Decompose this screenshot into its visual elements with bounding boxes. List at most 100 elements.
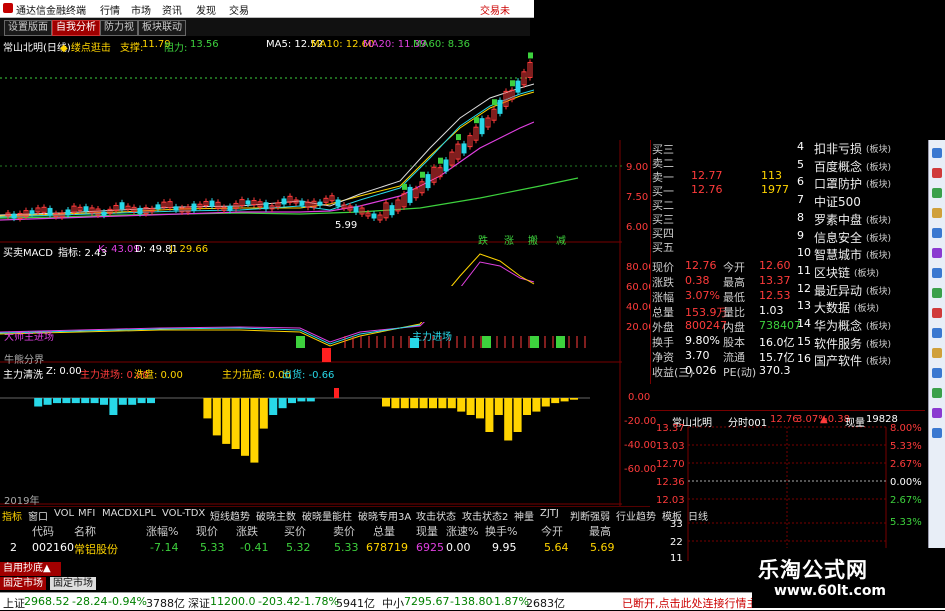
toolbar-icon[interactable] xyxy=(932,208,942,218)
indicator-name: ◆ 缕点逛击 xyxy=(60,43,111,54)
tab-fixed-market-2[interactable]: 固定市场 xyxy=(50,577,96,590)
indicator-tab[interactable]: 模板 xyxy=(662,508,682,523)
toolbar-icon[interactable] xyxy=(932,408,942,418)
macd-left-label-2: 牛熊分界 xyxy=(4,355,44,366)
fund-bar xyxy=(438,398,447,409)
toolbar-icon[interactable] xyxy=(932,428,942,438)
indicator-tab[interactable]: VOL-TDX xyxy=(162,508,205,519)
tab-power-view[interactable]: 防力视 xyxy=(100,20,138,36)
column-header[interactable]: 现价 xyxy=(196,523,218,539)
column-header[interactable]: 总量 xyxy=(373,523,395,539)
signal-marker xyxy=(528,52,533,59)
menu-item-news[interactable]: 资讯 xyxy=(162,2,182,17)
redaction-box xyxy=(326,286,618,322)
cell-ask: 5.33 xyxy=(334,541,359,554)
cell-code: 002160 xyxy=(32,541,74,554)
toolbar-icon[interactable] xyxy=(932,348,942,358)
fund-bar xyxy=(551,398,560,404)
chart-area[interactable]: 常山北明(日线) ◆ 缕点逛击 支撑: 11.79 阻力: 13.56 MA5:… xyxy=(0,36,656,507)
table-row[interactable]: 2 002160 常铝股份 -7.14 5.33 -0.41 5.32 5.33 678719 6… xyxy=(0,539,650,556)
self-select-tab[interactable]: 自用抄底▲ xyxy=(0,562,61,576)
concept-item[interactable]: 12 最近异动 (板块) xyxy=(792,282,925,300)
tab-fixed-market[interactable]: 固定市场 xyxy=(0,577,46,590)
signal-marker xyxy=(438,157,443,164)
concept-index: 15 xyxy=(797,334,811,348)
concept-item[interactable]: 16 国产软件 (板块) xyxy=(792,352,925,370)
watermark-title: 乐淘公式网 xyxy=(758,558,868,582)
toolbar-icon[interactable] xyxy=(932,268,942,278)
fund-bar xyxy=(457,398,466,412)
toolbar-icon[interactable] xyxy=(932,368,942,378)
concept-index: 10 xyxy=(797,246,811,260)
toolbar-icon[interactable] xyxy=(932,228,942,238)
toolbar-icon[interactable] xyxy=(932,328,942,338)
order-book-volume: 113 xyxy=(761,169,782,182)
column-header[interactable]: 涨跌 xyxy=(236,523,258,539)
indicator-tab[interactable]: VOL xyxy=(54,508,74,519)
ma60-value: MA60: 8.36 xyxy=(413,39,471,50)
fund-bar xyxy=(523,398,531,415)
menu-item-market[interactable]: 市场 xyxy=(131,2,151,17)
indicator-tab[interactable]: XLPL xyxy=(132,508,156,519)
concept-item[interactable]: 6 口罩防护 (板块) xyxy=(792,175,925,193)
tab-sector-linkage[interactable]: 板块联动 xyxy=(138,20,186,36)
fund-bar xyxy=(250,398,259,463)
column-header[interactable]: 卖价 xyxy=(333,523,355,539)
concept-item[interactable]: 10 智慧城市 (板块) xyxy=(792,246,925,264)
concept-item[interactable]: 7 中证500 xyxy=(792,193,925,211)
toolbar-icon[interactable] xyxy=(932,188,942,198)
indicator-tab[interactable]: 日线 xyxy=(688,508,708,523)
menu-item-discover[interactable]: 发现 xyxy=(196,2,216,17)
fund-bar xyxy=(419,398,428,409)
fund-bar xyxy=(400,398,409,409)
column-header[interactable]: 买价 xyxy=(284,523,306,539)
indicator-tab[interactable]: MFI xyxy=(78,508,95,519)
concept-item[interactable]: 5 百度概念 (板块) xyxy=(792,158,925,176)
concept-item[interactable]: 4 扣非亏损 (板块) xyxy=(792,140,925,158)
mini-left-tick: 13.03 xyxy=(656,441,685,452)
order-book-price: 12.76 xyxy=(691,183,723,196)
tab-layout-settings[interactable]: 设置版面 xyxy=(4,20,52,36)
mini-vol-tick: 22 xyxy=(670,537,683,548)
intraday-mini-chart[interactable]: 常山北明 分时001 12.76 3.07% ▲0.38 现量 19828 13… xyxy=(650,410,925,564)
concept-item[interactable]: 9 信息安全 (板块) xyxy=(792,229,925,247)
fund-bar xyxy=(532,398,541,412)
chart-stamp: 搬 xyxy=(528,236,538,247)
column-header[interactable]: 代码 xyxy=(32,523,54,539)
concept-item[interactable]: 11 区块链 (板块) xyxy=(792,264,925,282)
toolbar-icon[interactable] xyxy=(932,148,942,158)
column-header[interactable]: 今开 xyxy=(541,523,563,539)
column-header[interactable]: 涨速% xyxy=(446,523,478,539)
fund-bar xyxy=(382,398,390,407)
concept-item[interactable]: 15 软件服务 (板块) xyxy=(792,335,925,353)
toolbar-icon[interactable] xyxy=(932,248,942,258)
signal-marker xyxy=(420,171,425,178)
chart-canvas[interactable] xyxy=(0,36,622,506)
column-header[interactable]: 换手% xyxy=(485,523,517,539)
column-header[interactable]: 涨幅% xyxy=(146,523,178,539)
concept-item[interactable]: 8 罗素中盘 (板块) xyxy=(792,211,925,229)
toolbar-icon[interactable] xyxy=(932,388,942,398)
concept-item[interactable]: 14 华为概念 (板块) xyxy=(792,317,925,335)
fund-wash-value: 洗盘: 0.00 xyxy=(134,370,183,381)
concept-item[interactable]: 13 大数据 (板块) xyxy=(792,299,925,317)
sz-index-value: 11200.0 xyxy=(210,595,256,608)
toolbar-icon[interactable] xyxy=(932,168,942,178)
concept-index: 9 xyxy=(797,228,804,242)
quote-panel: 买三 卖二 卖一 12.77 113 买一 12.76 1977 买二 买三 买四 买五 现价 12.76… xyxy=(650,140,801,384)
trade-link[interactable]: 交易未 xyxy=(480,2,510,17)
indicator-tab[interactable]: MACD xyxy=(102,508,132,519)
column-header[interactable]: 最高 xyxy=(589,523,611,539)
column-header[interactable]: 现量 xyxy=(416,523,438,539)
fund-bar xyxy=(560,398,569,402)
concept-tag: (板块) xyxy=(866,162,892,173)
sz-index-pct: -1.78% xyxy=(300,595,339,608)
concept-tag: (板块) xyxy=(854,268,880,279)
menu-item-trade[interactable]: 交易 xyxy=(229,2,249,17)
tab-self-analysis[interactable]: 自我分析 xyxy=(52,20,100,36)
menu-item-quotes[interactable]: 行情 xyxy=(100,2,120,17)
toolbar-icon[interactable] xyxy=(932,288,942,298)
toolbar-icon[interactable] xyxy=(932,308,942,318)
indicator-tab[interactable]: ZJTJ xyxy=(540,508,559,519)
column-header[interactable]: 名称 xyxy=(74,523,96,539)
